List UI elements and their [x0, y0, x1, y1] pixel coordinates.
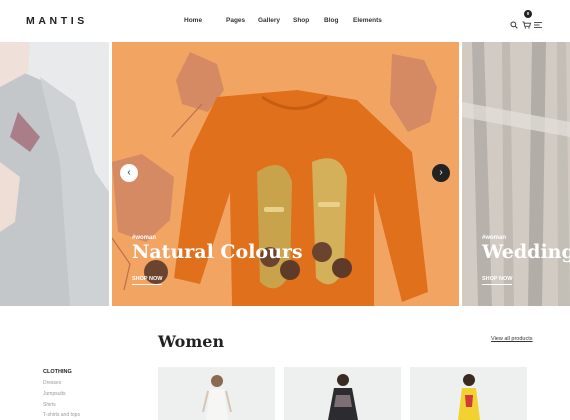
site-logo[interactable]: MANTIS: [26, 15, 88, 27]
search-icon[interactable]: [510, 16, 520, 29]
product-card[interactable]: [410, 367, 527, 420]
nav-elements[interactable]: Elements: [353, 17, 382, 24]
site-header: MANTIS Home Pages Gallery Shop Blog Elem…: [0, 0, 570, 42]
product-image: [410, 367, 527, 420]
slider-prev-button[interactable]: ‹: [120, 164, 138, 182]
product-image: [158, 367, 275, 420]
menu-icon[interactable]: [534, 16, 544, 28]
chevron-left-icon: ‹: [127, 167, 131, 178]
nav-pages[interactable]: Pages: [226, 17, 245, 24]
hero-slider: #woman Natural Colours SHOP NOW #woman W…: [0, 42, 570, 306]
slide-title: Natural Colours: [132, 241, 303, 263]
nav-blog[interactable]: Blog: [324, 17, 338, 24]
slide-active-image: [112, 42, 459, 306]
cart-count-badge: 0: [524, 10, 532, 18]
section-title: Women: [158, 332, 225, 351]
slide-active[interactable]: #woman Natural Colours SHOP NOW: [112, 42, 459, 306]
nav-gallery[interactable]: Gallery: [258, 17, 280, 24]
slide-title: Wedding C: [482, 241, 570, 263]
nav-shop[interactable]: Shop: [293, 17, 309, 24]
product-card[interactable]: [158, 367, 275, 420]
slide-previous-overlay: [0, 42, 109, 306]
slide-next-overlay: [462, 42, 570, 306]
product-image: [284, 367, 401, 420]
nav-home[interactable]: Home: [184, 17, 202, 24]
category-item-tshirts[interactable]: T-shirts and tops: [43, 412, 80, 418]
category-item-dresses[interactable]: Dresses: [43, 380, 61, 386]
view-all-products-link[interactable]: View all products: [491, 336, 532, 342]
slide-previous[interactable]: [0, 42, 109, 306]
chevron-right-icon: ›: [439, 167, 443, 178]
shop-now-link[interactable]: SHOP NOW: [132, 276, 163, 285]
category-item-jumpsuits[interactable]: Jumpsuits: [43, 391, 66, 397]
slider-next-button[interactable]: ›: [432, 164, 450, 182]
product-card[interactable]: [284, 367, 401, 420]
category-title[interactable]: Clothing: [43, 369, 72, 375]
slide-next[interactable]: #woman Wedding C SHOP NOW: [462, 42, 570, 306]
header-actions: 0: [510, 10, 550, 29]
shop-now-link[interactable]: SHOP NOW: [482, 276, 513, 285]
category-item-shirts[interactable]: Shirts: [43, 402, 56, 408]
